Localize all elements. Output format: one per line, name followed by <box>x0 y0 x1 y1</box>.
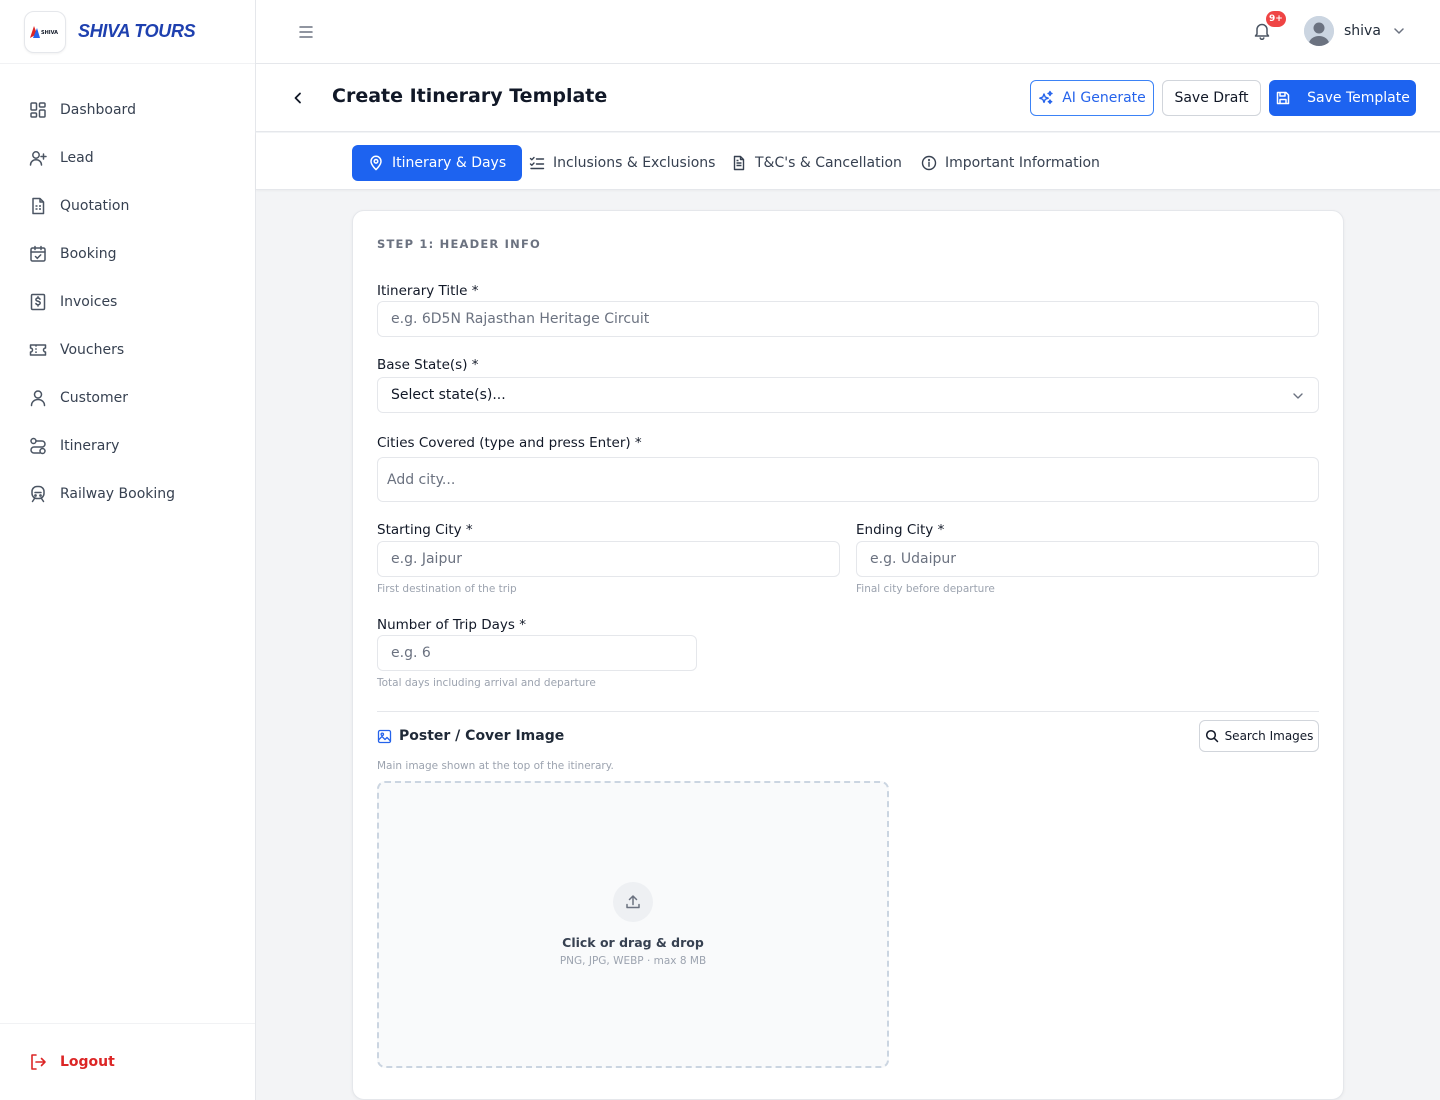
itinerary-title-input[interactable]: e.g. 6D5N Rajasthan Heritage Circuit <box>377 301 1319 337</box>
upload-icon <box>613 882 653 922</box>
sidebar-item-label: Dashboard <box>60 102 136 118</box>
tab-label: Important Information <box>945 155 1100 171</box>
poster-section-title: Poster / Cover Image <box>377 728 564 744</box>
file-text-icon <box>731 155 747 171</box>
base-states-label: Base State(s) * <box>377 357 479 373</box>
tab-important-information[interactable]: Important Information <box>921 145 1100 181</box>
avatar <box>1304 16 1334 46</box>
brand[interactable]: SHIVA SHIVA TOURS <box>0 0 255 64</box>
sidebar-item-label: Invoices <box>60 294 118 310</box>
checklist-icon <box>529 155 545 171</box>
chevron-down-icon <box>1292 390 1304 402</box>
chevron-down-icon <box>1393 25 1405 37</box>
starting-city-hint: First destination of the trip <box>377 583 517 595</box>
tab-label: T&C's & Cancellation <box>755 155 902 171</box>
save-template-button[interactable]: Save Template <box>1269 80 1416 116</box>
dropzone-title: Click or drag & drop <box>562 935 704 950</box>
base-states-value: Select state(s)... <box>391 387 506 403</box>
sidebar-item-booking[interactable]: Booking <box>0 230 255 278</box>
poster-description: Main image shown at the top of the itine… <box>377 760 614 772</box>
dropzone-subtitle: PNG, JPG, WEBP · max 8 MB <box>559 955 707 967</box>
sidebar-item-lead[interactable]: Lead <box>0 134 255 182</box>
starting-city-label: Starting City * <box>377 522 473 538</box>
tab-inclusions-exclusions[interactable]: Inclusions & Exclusions <box>529 145 715 181</box>
divider <box>377 711 1319 712</box>
image-icon <box>377 729 392 744</box>
calendar-check-icon <box>28 244 48 264</box>
dollar-receipt-icon <box>28 292 48 312</box>
ticket-icon <box>28 340 48 360</box>
notification-badge: 9+ <box>1266 11 1286 27</box>
search-icon <box>1205 729 1219 743</box>
cities-covered-input[interactable]: Add city... <box>377 457 1319 502</box>
image-dropzone[interactable]: Click or drag & drop PNG, JPG, WEBP · ma… <box>377 781 889 1068</box>
logout-label: Logout <box>60 1054 115 1070</box>
sidebar-item-vouchers[interactable]: Vouchers <box>0 326 255 374</box>
sidebar-item-invoices[interactable]: Invoices <box>0 278 255 326</box>
sidebar-item-label: Quotation <box>60 198 130 214</box>
brand-logo-text: SHIVA <box>41 30 58 36</box>
top-bar: 9+ shiva <box>256 0 1440 64</box>
sidebar-nav: Dashboard Lead Quotation Booking Invoice… <box>0 64 255 518</box>
back-arrow-icon[interactable] <box>290 90 306 106</box>
logout-icon <box>28 1052 48 1072</box>
page-header: Create Itinerary Template AI Generate Sa… <box>256 64 1440 132</box>
user-menu[interactable]: shiva <box>1304 16 1405 46</box>
search-images-button[interactable]: Search Images <box>1199 720 1319 752</box>
save-template-label: Save Template <box>1307 90 1410 106</box>
search-images-label: Search Images <box>1224 729 1314 743</box>
trip-days-input[interactable]: e.g. 6 <box>377 635 697 671</box>
sidebar: SHIVA SHIVA TOURS Dashboard Lead Quotati… <box>0 0 256 1100</box>
tab-label: Inclusions & Exclusions <box>553 155 716 171</box>
base-states-select[interactable]: Select state(s)... <box>377 377 1319 413</box>
sidebar-item-label: Booking <box>60 246 117 262</box>
starting-city-input[interactable]: e.g. Jaipur <box>377 541 840 577</box>
step-title: STEP 1: HEADER INFO <box>377 237 541 251</box>
ending-city-label: Ending City * <box>856 522 945 538</box>
tab-itinerary-days[interactable]: Itinerary & Days <box>352 145 523 181</box>
menu-icon[interactable] <box>298 22 314 42</box>
document-icon <box>28 196 48 216</box>
route-icon <box>28 436 48 456</box>
info-icon <box>921 155 937 171</box>
sidebar-item-label: Lead <box>60 150 94 166</box>
header-info-card: STEP 1: HEADER INFO Itinerary Title * e.… <box>352 210 1344 1100</box>
sidebar-item-quotation[interactable]: Quotation <box>0 182 255 230</box>
sidebar-item-railway-booking[interactable]: Railway Booking <box>0 470 255 518</box>
user-plus-icon <box>28 148 48 168</box>
ending-city-input[interactable]: e.g. Udaipur <box>856 541 1319 577</box>
sidebar-item-label: Itinerary <box>60 438 120 454</box>
ai-generate-button[interactable]: AI Generate <box>1030 80 1154 116</box>
brand-name: SHIVA TOURS <box>78 21 196 41</box>
user-icon <box>28 388 48 408</box>
tab-tc-cancellation[interactable]: T&C's & Cancellation <box>731 145 902 181</box>
logout-button[interactable]: Logout <box>0 1023 255 1100</box>
ai-generate-label: AI Generate <box>1062 90 1146 106</box>
sparkles-icon <box>1038 90 1054 106</box>
itinerary-title-label: Itinerary Title * <box>377 283 479 299</box>
sidebar-item-label: Railway Booking <box>60 486 176 502</box>
sidebar-item-label: Customer <box>60 390 129 406</box>
map-pin-icon <box>368 155 384 171</box>
user-name: shiva <box>1344 23 1381 39</box>
sidebar-item-itinerary[interactable]: Itinerary <box>0 422 255 470</box>
poster-title-label: Poster / Cover Image <box>399 728 565 744</box>
cities-covered-label: Cities Covered (type and press Enter) * <box>377 435 642 451</box>
sidebar-item-dashboard[interactable]: Dashboard <box>0 86 255 134</box>
ending-city-hint: Final city before departure <box>856 583 995 595</box>
tabs-bar: Itinerary & Days Inclusions & Exclusions… <box>256 133 1440 190</box>
tab-label: Itinerary & Days <box>392 155 507 171</box>
sidebar-item-label: Vouchers <box>60 342 125 358</box>
trip-days-hint: Total days including arrival and departu… <box>377 677 596 689</box>
save-icon <box>1275 90 1291 106</box>
page-title: Create Itinerary Template <box>332 85 608 107</box>
brand-logo: SHIVA <box>24 10 66 53</box>
save-draft-button[interactable]: Save Draft <box>1162 80 1261 116</box>
dashboard-icon <box>28 100 48 120</box>
train-icon <box>28 484 48 504</box>
trip-days-label: Number of Trip Days * <box>377 617 526 633</box>
sidebar-item-customer[interactable]: Customer <box>0 374 255 422</box>
